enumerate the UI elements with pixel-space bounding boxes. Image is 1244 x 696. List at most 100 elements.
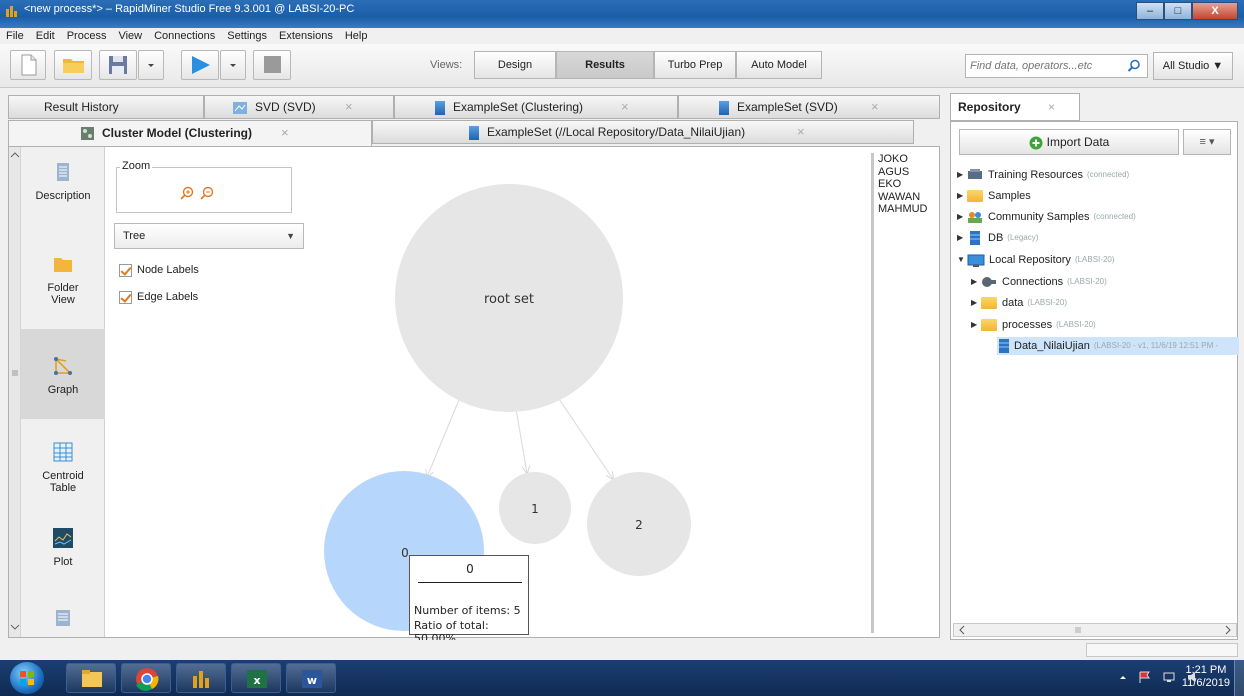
cluster-node-1-label: 1: [531, 502, 539, 516]
menu-settings[interactable]: Settings: [227, 28, 267, 44]
stop-process-button[interactable]: [253, 50, 291, 80]
close-tab-icon[interactable]: ×: [871, 96, 879, 118]
chevron-right-icon[interactable]: [1222, 624, 1234, 636]
tab-cluster-model-label: Cluster Model (Clustering): [102, 126, 253, 140]
list-item[interactable]: WAWAN: [878, 191, 941, 204]
chevron-down-icon[interactable]: [9, 621, 21, 633]
tree-item-training-resources[interactable]: ▶ Training Resources (connected): [957, 166, 1129, 184]
network-icon[interactable]: [1162, 670, 1176, 684]
edge-root-0: [427, 394, 462, 477]
tab-exampleset-data-nilaiujian[interactable]: ExampleSet (//Local Repository/Data_Nila…: [372, 120, 914, 144]
view-auto-model-button[interactable]: Auto Model: [736, 51, 822, 79]
import-data-button[interactable]: Import Data: [959, 129, 1179, 155]
run-dropdown-button[interactable]: [220, 50, 246, 80]
show-hidden-icons-icon[interactable]: [1118, 670, 1128, 684]
menu-process[interactable]: Process: [67, 28, 107, 44]
view-turbo-prep-button[interactable]: Turbo Prep: [654, 51, 736, 79]
save-dropdown-button[interactable]: [138, 50, 164, 80]
chevron-right-icon[interactable]: ▶: [957, 208, 967, 226]
repository-menu-button[interactable]: ≡ ▾: [1183, 129, 1231, 155]
edge-labels-checkbox[interactable]: Edge Labels: [119, 289, 198, 305]
action-center-flag-icon[interactable]: [1138, 670, 1152, 684]
taskbar-excel[interactable]: x: [231, 663, 281, 693]
drag-handle-icon[interactable]: [9, 367, 21, 379]
chevron-right-icon[interactable]: ▶: [971, 294, 981, 312]
scroll-grip-icon[interactable]: [1072, 624, 1084, 636]
sidebar-item-description[interactable]: Description: [21, 147, 105, 237]
tab-cluster-model[interactable]: Cluster Model (Clustering) ×: [8, 120, 372, 147]
search-icon[interactable]: [1127, 59, 1141, 73]
list-item[interactable]: EKO: [878, 178, 941, 191]
tree-item-db[interactable]: ▶ DB (Legacy): [957, 229, 1038, 247]
minimize-button[interactable]: –: [1136, 2, 1164, 20]
tree-item-processes[interactable]: ▶ processes (LABSI-20): [971, 316, 1096, 334]
global-search-input[interactable]: [970, 55, 1120, 77]
list-item[interactable]: MAHMUD: [878, 203, 941, 216]
menu-edit[interactable]: Edit: [36, 28, 55, 44]
sidebar-item-centroid-table[interactable]: Centroid Table: [21, 419, 105, 509]
graph-layout-select[interactable]: Tree ▼: [114, 223, 304, 249]
sidebar-item-more[interactable]: [21, 599, 105, 637]
taskbar-chrome[interactable]: [121, 663, 171, 693]
close-button[interactable]: X: [1192, 2, 1238, 20]
menu-file[interactable]: File: [6, 28, 24, 44]
taskbar-clock[interactable]: 1:21 PM 11/6/2019: [1182, 664, 1230, 690]
maximize-button[interactable]: □: [1164, 2, 1192, 20]
list-item[interactable]: AGUS: [878, 166, 941, 179]
close-tab-icon[interactable]: ×: [621, 96, 629, 118]
close-tab-icon[interactable]: ×: [281, 122, 289, 144]
zoom-in-icon[interactable]: [179, 185, 195, 201]
close-tab-icon[interactable]: ×: [345, 96, 353, 118]
menu-connections[interactable]: Connections: [154, 28, 215, 44]
tree-item-data[interactable]: ▶ data (LABSI-20): [971, 294, 1067, 312]
sidebar-item-graph[interactable]: Graph: [21, 329, 105, 419]
tab-repository[interactable]: Repository ×: [950, 93, 1080, 121]
tree-item-data-nilaiujian[interactable]: Data_NilaiUjian (LABSI-20 - v1, 11/6/19 1…: [997, 337, 1239, 355]
menu-view[interactable]: View: [118, 28, 142, 44]
checkbox-checked-icon[interactable]: [119, 263, 132, 277]
tree-item-samples[interactable]: ▶ Samples: [957, 187, 1031, 205]
view-results-button[interactable]: Results: [556, 51, 654, 79]
start-button[interactable]: [10, 662, 44, 694]
chevron-right-icon[interactable]: ▶: [957, 166, 967, 184]
cluster-tree-graph[interactable]: root set 1 2 0: [309, 147, 869, 637]
show-desktop-button[interactable]: [1234, 660, 1244, 696]
chevron-right-icon[interactable]: ▶: [957, 229, 967, 247]
menu-extensions[interactable]: Extensions: [279, 28, 333, 44]
tab-exampleset-clustering[interactable]: ExampleSet (Clustering) ×: [394, 95, 678, 119]
close-tab-icon[interactable]: ×: [797, 121, 805, 143]
run-process-button[interactable]: [181, 50, 219, 80]
taskbar-word[interactable]: w: [286, 663, 336, 693]
sidebar-item-plot[interactable]: Plot: [21, 509, 105, 599]
chevron-up-icon[interactable]: [9, 149, 21, 161]
tab-exampleset-svd[interactable]: ExampleSet (SVD) ×: [678, 95, 940, 119]
chevron-down-icon[interactable]: ▼: [957, 251, 967, 269]
tab-result-history[interactable]: Result History: [8, 95, 204, 119]
open-process-button[interactable]: [54, 50, 92, 80]
new-process-button[interactable]: [10, 50, 46, 80]
save-process-button[interactable]: [99, 50, 137, 80]
repository-horizontal-scrollbar[interactable]: [953, 623, 1237, 637]
checkbox-checked-icon[interactable]: [119, 290, 132, 304]
node-labels-label: Node Labels: [137, 264, 199, 276]
folder-icon: [967, 190, 983, 202]
taskbar-explorer[interactable]: [66, 663, 116, 693]
close-tab-icon[interactable]: ×: [1048, 94, 1055, 120]
menu-help[interactable]: Help: [345, 28, 368, 44]
chevron-right-icon[interactable]: ▶: [971, 316, 981, 334]
tree-item-community-samples[interactable]: ▶ Community Samples (connected): [957, 208, 1136, 226]
taskbar-rapidminer[interactable]: [176, 663, 226, 693]
chevron-right-icon[interactable]: ▶: [971, 273, 981, 291]
tree-item-connections[interactable]: ▶ Connections (LABSI-20): [971, 273, 1107, 291]
view-design-button[interactable]: Design: [474, 51, 556, 79]
chevron-left-icon[interactable]: [956, 624, 968, 636]
tab-svd[interactable]: SVD (SVD) ×: [204, 95, 394, 119]
tree-item-local-repository[interactable]: ▼ Local Repository (LABSI-20): [957, 251, 1115, 269]
node-labels-checkbox[interactable]: Node Labels: [119, 262, 199, 278]
search-scope-dropdown[interactable]: All Studio ▼: [1153, 52, 1233, 80]
zoom-out-icon[interactable]: [199, 185, 215, 201]
sidebar-scrollbar[interactable]: [9, 147, 21, 637]
chevron-right-icon[interactable]: ▶: [957, 187, 967, 205]
sidebar-item-folder-view[interactable]: Folder View: [21, 239, 105, 329]
list-item[interactable]: JOKO: [878, 153, 941, 166]
